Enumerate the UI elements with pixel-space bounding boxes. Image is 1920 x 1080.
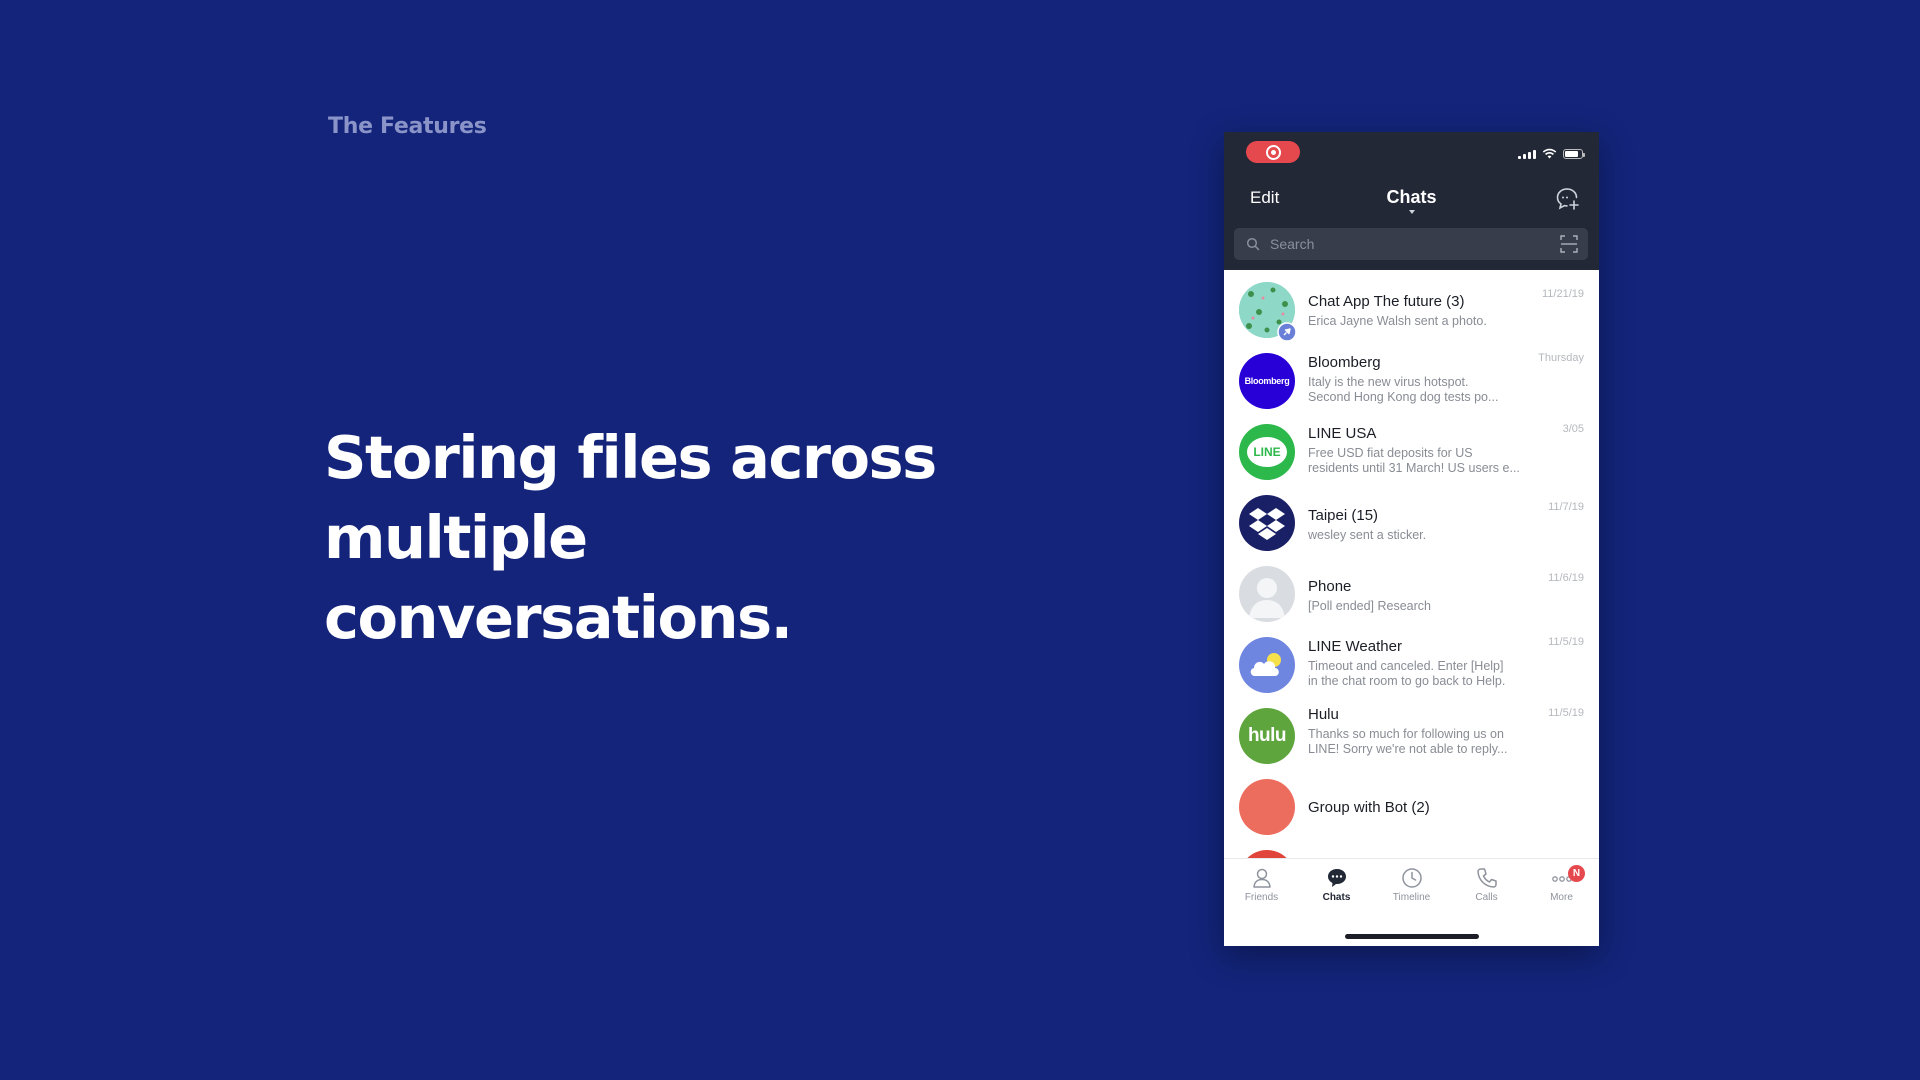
status-bar (1224, 132, 1599, 176)
tab-label: Timeline (1392, 892, 1431, 903)
home-indicator[interactable] (1345, 934, 1479, 939)
chat-title: Taipei (15) (1308, 507, 1379, 524)
chat-preview: wesley sent a sticker. (1308, 528, 1427, 542)
chat-date: 3/05 (1562, 423, 1584, 435)
battery-icon (1563, 148, 1585, 159)
coral-avatar (1239, 779, 1295, 835)
phone-avatar (1239, 566, 1295, 622)
search-icon (1246, 237, 1260, 251)
chat-preview: Timeout and canceled. Enter [Help] in th… (1308, 659, 1506, 688)
person-icon (1252, 868, 1271, 888)
chat-row-line-usa[interactable]: LINE LINE USA Free USD fiat deposits for… (1224, 412, 1599, 483)
new-chat-icon[interactable] (1555, 186, 1581, 212)
chat-preview: Italy is the new virus hotspot. Second H… (1308, 375, 1499, 404)
chat-list: Chat App The future (3) Erica Jayne Wals… (1224, 270, 1599, 858)
search-bar (1234, 228, 1588, 260)
chat-row-line-weather[interactable]: LINE Weather Timeout and canceled. Enter… (1224, 625, 1599, 696)
hulu-avatar: hulu (1239, 708, 1295, 764)
taipei-avatar (1239, 495, 1295, 551)
line-logo: LINE (1247, 437, 1287, 467)
pin-icon (1277, 322, 1297, 342)
line-avatar: LINE (1239, 424, 1295, 480)
chat-row-bloomberg[interactable]: Bloomberg Bloomberg Italy is the new vir… (1224, 341, 1599, 412)
phone-screen: Edit Chats Search Chat App The future (3… (1224, 132, 1599, 946)
bloomberg-avatar: Bloomberg (1239, 353, 1295, 409)
chat-title: LINE USA (1308, 425, 1377, 442)
chat-row-partial[interactable] (1224, 838, 1599, 858)
screen-record-indicator[interactable] (1246, 141, 1300, 163)
wifi-icon (1542, 148, 1557, 159)
dropbox-icon (1249, 508, 1285, 540)
chat-title: Group with Bot (2) (1308, 799, 1430, 816)
chat-date: 11/5/19 (1548, 707, 1584, 719)
tab-bar: Friends Chats Timeline Calls N More (1224, 858, 1599, 946)
chat-title: Phone (1308, 578, 1352, 595)
tab-more[interactable]: N More (1524, 865, 1599, 903)
tab-friends[interactable]: Friends (1224, 867, 1299, 903)
chat-date: 11/6/19 (1548, 572, 1584, 584)
chat-preview: Free USD fiat deposits for US residents … (1308, 446, 1520, 475)
search-input[interactable] (1268, 235, 1560, 253)
chat-row-hulu[interactable]: hulu Hulu Thanks so much for following u… (1224, 696, 1599, 767)
clock-icon (1401, 868, 1422, 888)
chat-preview: [Poll ended] Research (1308, 599, 1431, 613)
bloomberg-logo-text: Bloomberg (1244, 376, 1290, 386)
section-eyebrow: The Features (328, 114, 487, 139)
chat-date: 11/7/19 (1548, 501, 1584, 513)
chats-nav: Edit Chats (1224, 178, 1599, 218)
chat-title: LINE Weather (1308, 638, 1402, 655)
chat-row-group-with-bot[interactable]: Group with Bot (2) (1224, 767, 1599, 838)
default-person-icon (1249, 578, 1285, 618)
tab-calls[interactable]: Calls (1449, 867, 1524, 903)
tab-chats[interactable]: Chats (1299, 867, 1374, 903)
chats-header: Edit Chats (1224, 132, 1599, 270)
chat-date: 11/5/19 (1548, 636, 1584, 648)
chevron-down-icon (1408, 210, 1415, 214)
hulu-logo-text: hulu (1247, 725, 1287, 746)
chat-preview: Thanks so much for following us on LINE!… (1308, 727, 1508, 756)
tab-timeline[interactable]: Timeline (1374, 867, 1449, 903)
chat-row-chat-app[interactable]: Chat App The future (3) Erica Jayne Wals… (1224, 270, 1599, 342)
phone-icon (1476, 868, 1497, 888)
tab-label: More (1550, 892, 1573, 903)
chat-title: Chat App The future (3) (1308, 293, 1465, 310)
chat-bubble-icon (1327, 869, 1346, 887)
partial-avatar (1239, 850, 1295, 858)
chat-row-taipei[interactable]: Taipei (15) wesley sent a sticker. 11/7/… (1224, 483, 1599, 554)
weather-cloud-icon (1250, 653, 1281, 676)
chat-row-phone[interactable]: Phone [Poll ended] Research 11/6/19 (1224, 554, 1599, 625)
tab-label: Chats (1322, 892, 1351, 903)
cellular-signal-icon (1518, 149, 1536, 159)
new-badge: N (1568, 865, 1585, 882)
chats-title[interactable]: Chats (1224, 187, 1599, 208)
chat-date: Thursday (1538, 352, 1584, 364)
record-icon (1265, 144, 1281, 160)
scan-icon[interactable] (1560, 235, 1578, 253)
tab-label: Friends (1244, 892, 1279, 903)
weather-avatar (1239, 637, 1295, 693)
tab-label: Calls (1475, 892, 1498, 903)
slide-headline: Storing files across multiple conversati… (324, 423, 937, 652)
chat-title: Hulu (1308, 706, 1339, 723)
chat-date: 11/21/19 (1541, 288, 1584, 300)
chat-preview: Erica Jayne Walsh sent a photo. (1308, 314, 1487, 328)
chat-title: Bloomberg (1308, 354, 1381, 371)
